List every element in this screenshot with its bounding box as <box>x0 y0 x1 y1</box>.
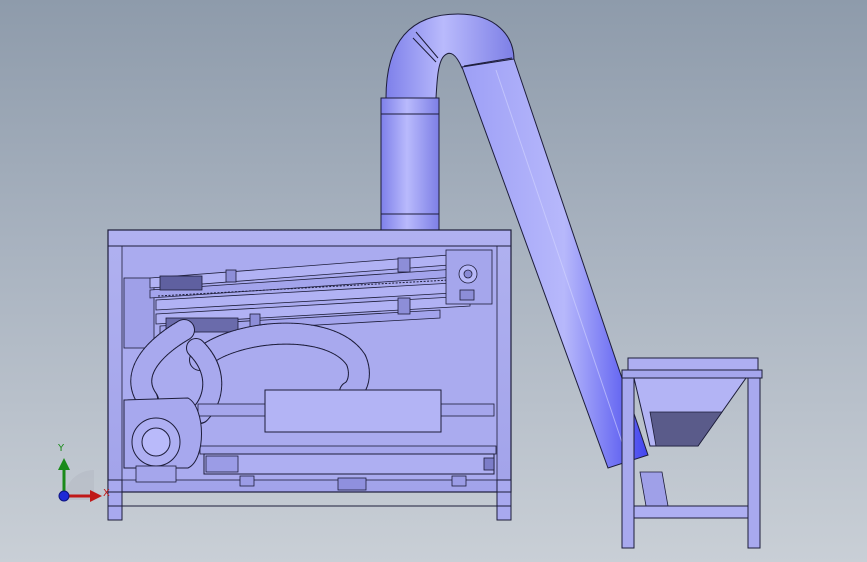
x-axis-label: X <box>103 488 110 499</box>
drive-pulley[interactable] <box>445 249 493 305</box>
machine-model[interactable] <box>0 0 867 562</box>
vertical-duct[interactable] <box>380 97 440 231</box>
side-panel <box>123 277 155 349</box>
coordinate-triad-icon <box>58 458 102 502</box>
cad-viewport[interactable]: Y X <box>0 0 867 562</box>
settling-box[interactable] <box>264 389 442 433</box>
y-axis-label: Y <box>58 443 65 454</box>
